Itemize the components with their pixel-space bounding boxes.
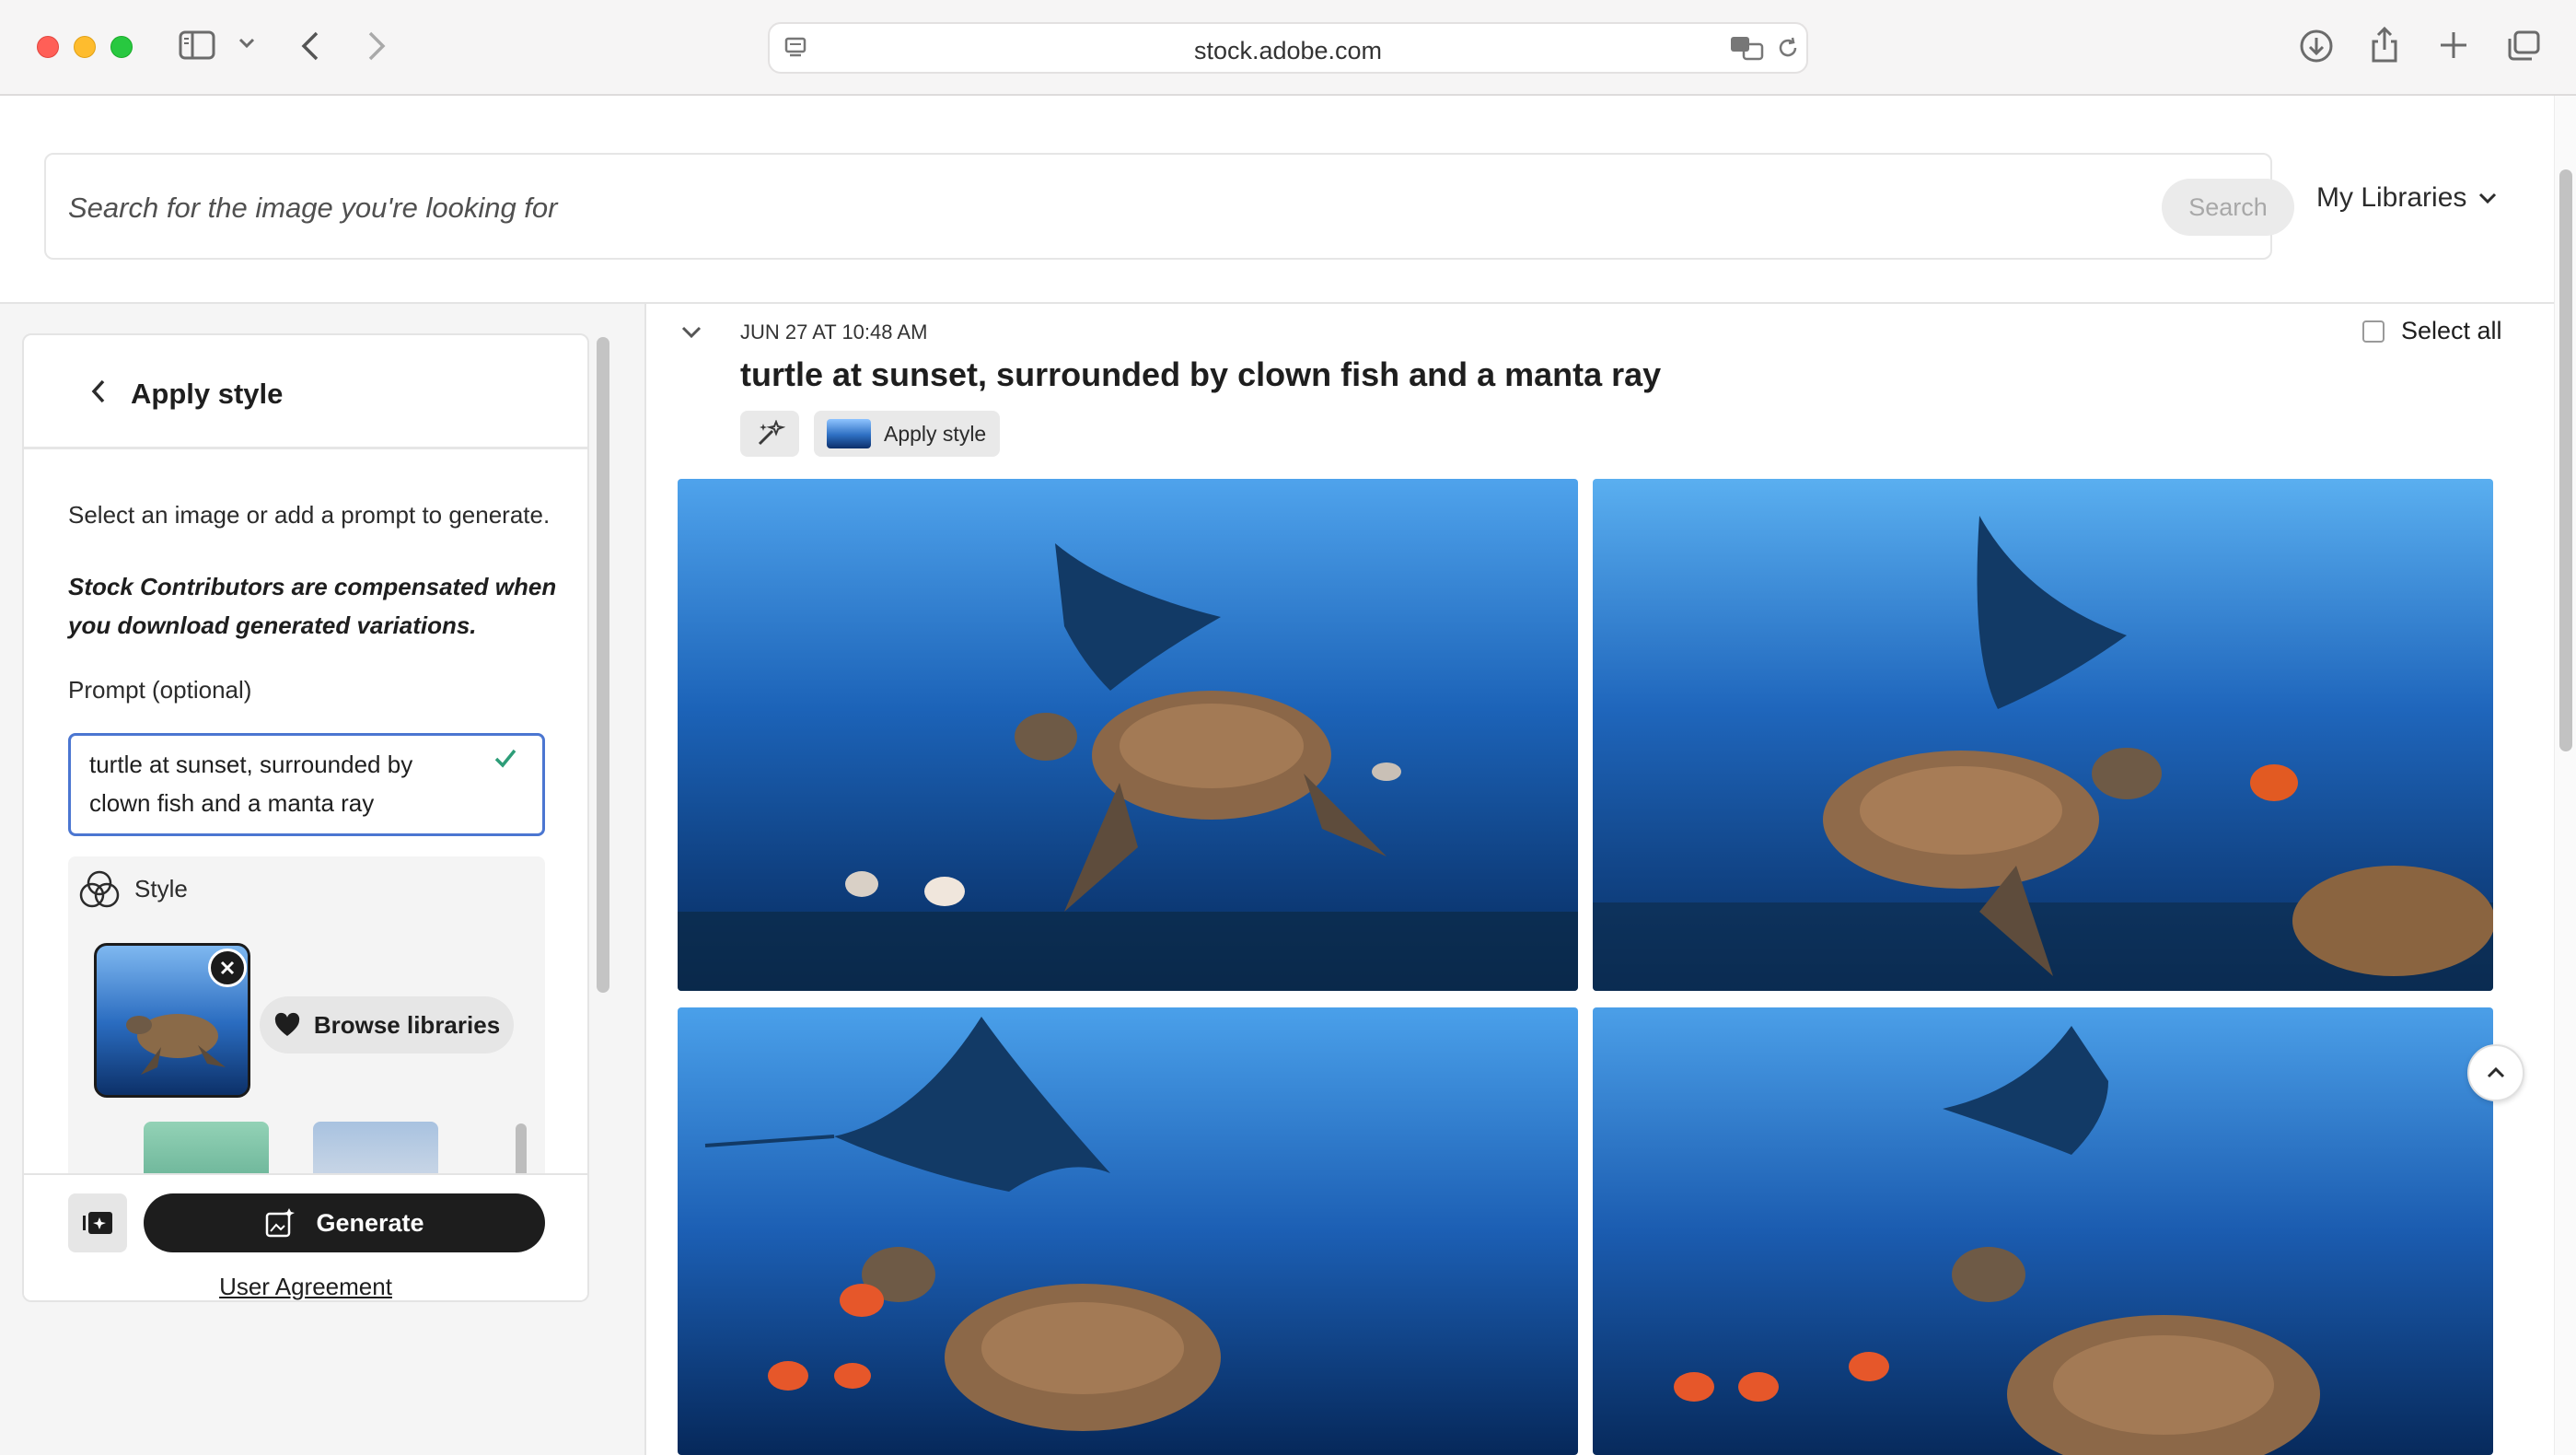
generated-image-2[interactable]	[1593, 479, 2493, 991]
my-libraries-dropdown[interactable]: My Libraries	[2316, 182, 2498, 214]
style-label: Style	[134, 875, 188, 902]
close-window-button[interactable]	[37, 36, 59, 58]
generated-image-4[interactable]	[1593, 1007, 2493, 1455]
prompt-input[interactable]: turtle at sunset, surrounded by clown fi…	[89, 745, 476, 822]
heart-icon	[274, 1012, 300, 1036]
chevron-down-icon[interactable]	[238, 37, 256, 50]
checkmark-icon	[493, 747, 518, 774]
address-bar[interactable]: stock.adobe.com	[768, 22, 1808, 74]
zoom-window-button[interactable]	[110, 36, 133, 58]
style-option-thumbnail[interactable]	[144, 1122, 269, 1177]
image-generate-icon	[83, 1212, 112, 1234]
search-button[interactable]: Search	[2162, 179, 2294, 236]
apply-style-chip[interactable]: Apply style	[814, 411, 1000, 457]
apply-style-panel: Apply style Select an image or add a pro…	[22, 333, 589, 1302]
prompt-label: Prompt (optional)	[68, 676, 252, 704]
sidebar-toggle-icon[interactable]	[179, 29, 215, 61]
generated-image-1[interactable]	[678, 479, 1578, 991]
collapse-chevron-icon[interactable]	[679, 324, 703, 345]
download-icon[interactable]	[2298, 28, 2335, 64]
page-scrollbar-thumb[interactable]	[2559, 169, 2572, 751]
translate-icon[interactable]	[1729, 33, 1766, 63]
generation-timestamp: JUN 27 AT 10:48 AM	[740, 320, 928, 343]
panel-header: Apply style	[24, 335, 587, 449]
select-all-label: Select all	[2401, 317, 2502, 344]
generative-fill-chip[interactable]	[740, 411, 799, 457]
browser-toolbar: stock.adobe.com	[0, 0, 2576, 96]
back-chevron-icon[interactable]	[88, 378, 109, 410]
generate-button[interactable]: Generate	[144, 1193, 545, 1252]
style-icon	[75, 866, 123, 918]
contributor-note: Stock Contributors are compensated when …	[68, 573, 557, 639]
browse-libraries-button[interactable]: Browse libraries	[260, 996, 514, 1053]
forward-icon[interactable]	[365, 29, 389, 63]
reload-icon[interactable]	[1775, 35, 1801, 61]
style-option-thumbnail[interactable]	[313, 1122, 438, 1177]
tab-overview-icon[interactable]	[2506, 29, 2541, 63]
panel-title: Apply style	[131, 378, 284, 410]
panel-scrollbar[interactable]	[593, 333, 613, 1302]
generated-image-3[interactable]	[678, 1007, 1578, 1455]
share-icon[interactable]	[2368, 26, 2401, 64]
prompt-field[interactable]: turtle at sunset, surrounded by clown fi…	[68, 733, 545, 836]
remove-style-icon[interactable]	[208, 949, 247, 987]
select-all-checkbox[interactable]	[2362, 320, 2385, 343]
apply-style-chip-label: Apply style	[884, 421, 987, 446]
chevron-down-icon	[2479, 192, 2497, 204]
minimize-window-button[interactable]	[74, 36, 96, 58]
back-icon[interactable]	[298, 29, 322, 63]
new-tab-icon[interactable]	[2438, 29, 2469, 61]
search-input[interactable]	[66, 180, 2092, 236]
url-text: stock.adobe.com	[1193, 37, 1383, 64]
user-agreement-link[interactable]: User Agreement	[24, 1273, 587, 1300]
browse-libraries-label: Browse libraries	[313, 1010, 501, 1039]
generate-options-button[interactable]	[68, 1193, 127, 1252]
panel-footer: Generate User Agreement	[24, 1173, 587, 1300]
sparkle-wand-icon	[758, 420, 785, 446]
search-bar: Search	[44, 153, 2294, 260]
generation-prompt-title: turtle at sunset, surrounded by clown fi…	[740, 355, 1662, 393]
my-libraries-label: My Libraries	[2316, 182, 2467, 213]
style-section: Style Browse libraries	[68, 856, 545, 1225]
style-chip-thumbnail	[827, 419, 871, 448]
scroll-to-top-button[interactable]	[2467, 1044, 2524, 1101]
generate-icon	[266, 1208, 296, 1238]
select-all-control[interactable]: Select all	[2362, 317, 2502, 345]
generate-label: Generate	[316, 1208, 424, 1237]
panel-scrollbar-thumb[interactable]	[597, 337, 609, 993]
page-scrollbar[interactable]	[2554, 96, 2576, 1455]
instruction-text: Select an image or add a prompt to gener…	[68, 501, 551, 529]
chevron-up-icon	[2487, 1066, 2505, 1078]
